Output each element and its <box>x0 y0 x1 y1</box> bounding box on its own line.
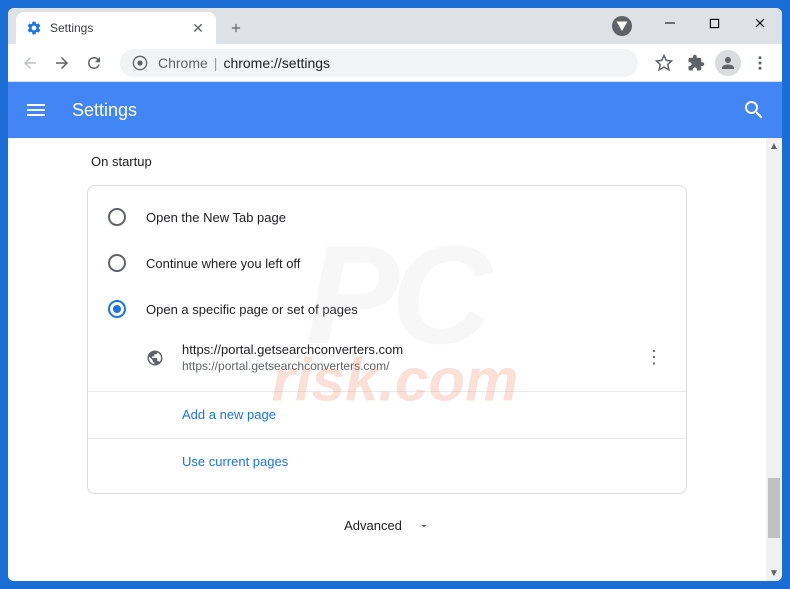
address-path: chrome://settings <box>223 55 330 71</box>
browser-toolbar: Chrome | chrome://settings <box>8 44 782 82</box>
search-icon[interactable] <box>742 98 766 122</box>
scroll-down-arrow[interactable]: ▼ <box>766 565 782 581</box>
add-page-row: Add a new page <box>88 391 686 438</box>
settings-header: Settings <box>8 82 782 138</box>
radio-icon <box>108 208 126 226</box>
radio-specific-pages[interactable]: Open a specific page or set of pages <box>88 286 686 332</box>
window-controls <box>647 8 782 38</box>
scroll-thumb[interactable] <box>768 478 780 538</box>
radio-icon-selected <box>108 300 126 318</box>
page-more-button[interactable]: ⋮ <box>642 347 666 368</box>
section-title: On startup <box>87 154 687 169</box>
radio-label: Open the New Tab page <box>146 210 286 225</box>
avatar-icon <box>715 50 741 76</box>
back-button[interactable] <box>16 49 44 77</box>
titlebar: Settings ✕ <box>8 8 782 44</box>
advanced-toggle[interactable]: Advanced <box>87 494 687 541</box>
startup-page-title: https://portal.getsearchconverters.com <box>182 342 642 357</box>
menu-button[interactable] <box>746 49 774 77</box>
use-current-link[interactable]: Use current pages <box>182 454 288 469</box>
startup-page-url: https://portal.getsearchconverters.com/ <box>182 359 642 373</box>
radio-new-tab[interactable]: Open the New Tab page <box>88 194 686 240</box>
globe-icon <box>146 349 164 367</box>
browser-tab[interactable]: Settings ✕ <box>16 12 216 44</box>
incognito-badge <box>612 16 632 36</box>
radio-icon <box>108 254 126 272</box>
startup-card: Open the New Tab page Continue where you… <box>87 185 687 494</box>
minimize-button[interactable] <box>647 8 692 38</box>
new-tab-button[interactable] <box>222 14 250 42</box>
profile-button[interactable] <box>714 49 742 77</box>
hamburger-menu-icon[interactable] <box>24 98 48 122</box>
bookmark-star-icon[interactable] <box>650 49 678 77</box>
close-window-button[interactable] <box>737 8 782 38</box>
plus-icon <box>229 21 243 35</box>
radio-continue[interactable]: Continue where you left off <box>88 240 686 286</box>
tab-title: Settings <box>50 21 190 35</box>
scrollbar[interactable]: ▲ ▼ <box>766 138 782 581</box>
settings-gear-icon <box>26 20 42 36</box>
extensions-icon[interactable] <box>682 49 710 77</box>
scroll-up-arrow[interactable]: ▲ <box>766 138 782 154</box>
address-prefix: Chrome <box>158 55 208 71</box>
settings-title: Settings <box>72 100 742 121</box>
maximize-button[interactable] <box>692 8 737 38</box>
advanced-label: Advanced <box>344 518 402 533</box>
chrome-icon <box>132 55 148 71</box>
close-tab-icon[interactable]: ✕ <box>190 20 206 36</box>
address-separator: | <box>214 55 218 71</box>
reload-button[interactable] <box>80 49 108 77</box>
startup-page-entry: https://portal.getsearchconverters.com h… <box>88 332 686 383</box>
forward-button[interactable] <box>48 49 76 77</box>
radio-label: Open a specific page or set of pages <box>146 302 358 317</box>
chevron-down-icon <box>418 520 430 532</box>
settings-content: On startup Open the New Tab page Continu… <box>8 138 766 581</box>
radio-label: Continue where you left off <box>146 256 300 271</box>
add-page-link[interactable]: Add a new page <box>182 407 276 422</box>
use-current-row: Use current pages <box>88 438 686 485</box>
address-bar[interactable]: Chrome | chrome://settings <box>120 49 638 77</box>
